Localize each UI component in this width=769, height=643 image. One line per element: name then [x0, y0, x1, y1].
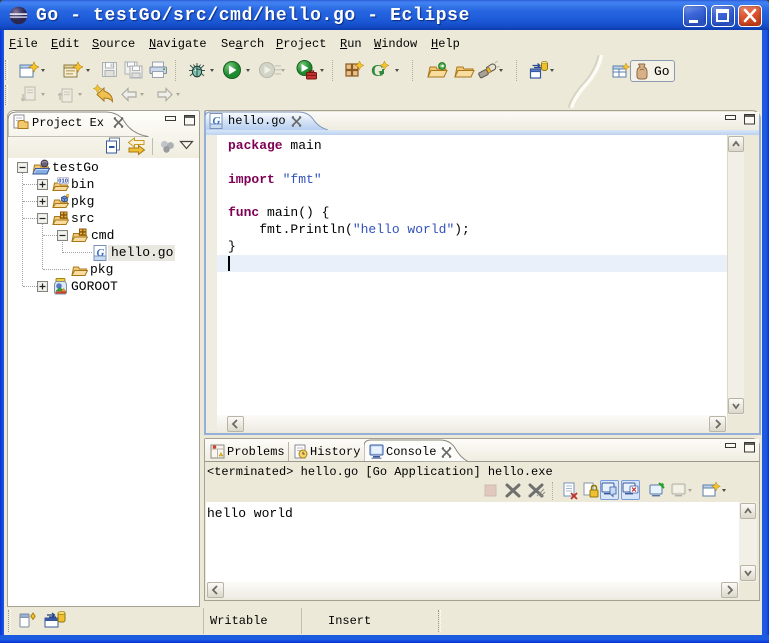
svg-text:010: 010: [58, 179, 68, 185]
svg-text:G: G: [213, 115, 221, 127]
svg-text:G: G: [97, 247, 105, 259]
